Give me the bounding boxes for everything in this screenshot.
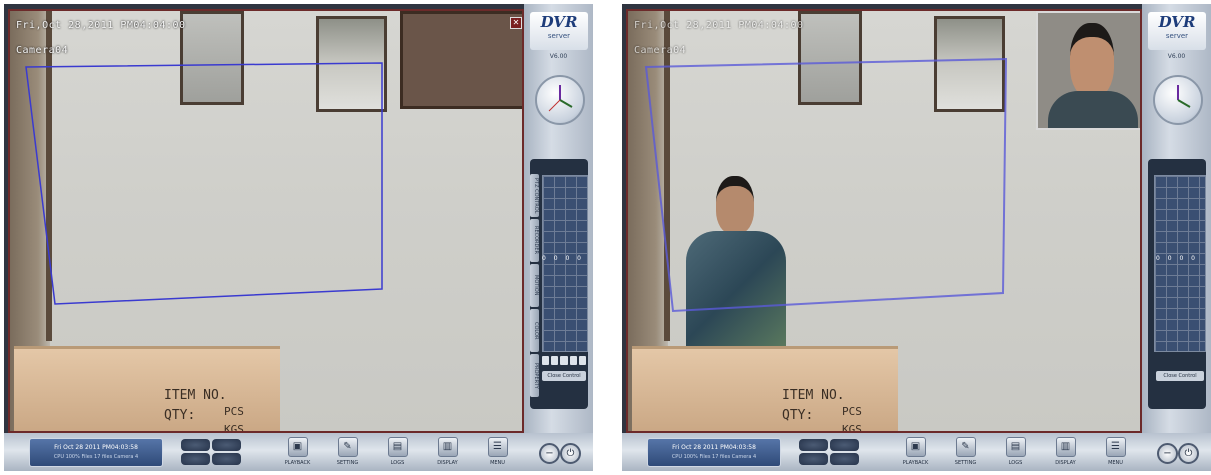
playback-icon: ▣: [905, 437, 926, 457]
status-info: CPU 100% Files 17 files Camera 4: [53, 454, 139, 460]
minus-icon[interactable]: −: [1157, 443, 1178, 464]
camera-video[interactable]: ITEM NO. QTY: PCS KGS Fri,Oct 28,2011 PM…: [626, 9, 1142, 433]
grid-btn[interactable]: [542, 356, 550, 365]
menu-label: MENU: [1108, 460, 1123, 466]
display-label: DISPLAY: [1055, 460, 1076, 466]
status-info: CPU 100% Files 17 files Camera 4: [671, 454, 757, 460]
pip-face: [1070, 23, 1114, 97]
view-layout-button[interactable]: [212, 439, 241, 451]
logs-button[interactable]: ▤ LOGS: [994, 435, 1037, 469]
bottom-toolbar: Fri Oct 28 2011 PM04:03:58 CPU 100% File…: [4, 433, 593, 471]
view-layout-button[interactable]: [830, 453, 859, 465]
status-datetime-box: Fri Oct 28 2011 PM04:03:58 CPU 100% File…: [647, 438, 781, 467]
pip-shoulders: [1048, 91, 1138, 128]
grid-btn[interactable]: [551, 356, 559, 365]
motion-grid[interactable]: [1154, 175, 1206, 352]
close-control-button[interactable]: Close Control: [542, 371, 586, 381]
menu-icon: ☰: [487, 437, 508, 457]
tab-ptz[interactable]: PTZ CONTROL: [530, 174, 539, 217]
display-button[interactable]: ▥ DISPLAY: [426, 435, 469, 469]
right-sidebar: DVR server V6.00 0 0 0 0 Close Control: [1142, 4, 1211, 471]
playback-icon: ▣: [287, 437, 308, 457]
control-panel: 0 0 0 0 Close Control: [1148, 159, 1206, 409]
logo-subtext: server: [547, 32, 571, 40]
version-label: V6.00: [1167, 53, 1186, 60]
clock-icon: [535, 75, 585, 125]
setting-button[interactable]: ✎ SETTING: [326, 435, 369, 469]
motion-grid[interactable]: [542, 175, 588, 352]
status-datetime-box: Fri Oct 28 2011 PM04:03:58 CPU 100% File…: [29, 438, 163, 467]
dvr-logo: DVR server: [1148, 12, 1206, 50]
logs-button[interactable]: ▤ LOGS: [376, 435, 419, 469]
logs-label: LOGS: [390, 460, 405, 466]
playback-button[interactable]: ▣ PLAYBACK: [894, 435, 937, 469]
display-icon: ▥: [437, 437, 458, 457]
right-sidebar: DVR server V6.00 PTZ CONTROL RECORDER MO…: [524, 4, 593, 471]
logo-subtext: server: [1165, 32, 1189, 40]
view-layout-button[interactable]: [830, 439, 859, 451]
logo-text: DVR: [540, 13, 578, 31]
view-layout-button[interactable]: [181, 453, 210, 465]
dvr-logo: DVR server: [530, 12, 588, 50]
view-layout-button[interactable]: [212, 453, 241, 465]
view-layout-button[interactable]: [799, 453, 828, 465]
panel-tabs: PTZ CONTROL RECORDER MOTION COLOR PROPER…: [530, 174, 539, 399]
setting-icon: ✎: [955, 437, 976, 457]
playback-label: PLAYBACK: [902, 460, 929, 466]
display-icon: ▥: [1055, 437, 1076, 457]
bottom-toolbar: Fri Oct 28 2011 PM04:03:58 CPU 100% File…: [622, 433, 1211, 471]
dvr-window-right: ITEM NO. QTY: PCS KGS Fri,Oct 28,2011 PM…: [622, 4, 1211, 471]
tab-property[interactable]: PROPERTY: [530, 354, 539, 397]
grid-btn[interactable]: [569, 356, 577, 365]
logo-text: DVR: [1158, 13, 1196, 31]
tab-motion[interactable]: MOTION: [530, 264, 539, 307]
power-icon[interactable]: ⏻: [560, 443, 581, 464]
playback-button[interactable]: ▣ PLAYBACK: [276, 435, 319, 469]
status-datetime: Fri Oct 28 2011 PM04:03:58: [54, 444, 138, 451]
tab-recorder[interactable]: RECORDER: [530, 219, 539, 262]
playback-label: PLAYBACK: [284, 460, 311, 466]
display-button[interactable]: ▥ DISPLAY: [1044, 435, 1087, 469]
setting-button[interactable]: ✎ SETTING: [944, 435, 987, 469]
view-layout-button[interactable]: [181, 439, 210, 451]
logs-icon: ▤: [387, 437, 408, 457]
grid-btn[interactable]: [578, 356, 587, 365]
clock-icon: [1153, 75, 1203, 125]
menu-label: MENU: [490, 460, 505, 466]
view-layout-buttons: [181, 439, 241, 465]
setting-label: SETTING: [336, 460, 359, 466]
camera-video[interactable]: ITEM NO. QTY: PCS KGS Fri,Oct 28,2011 PM…: [8, 9, 524, 433]
minus-icon[interactable]: −: [539, 443, 560, 464]
tab-color[interactable]: COLOR: [530, 309, 539, 352]
grid-values: 0 0 0 0: [1156, 255, 1198, 262]
menu-button[interactable]: ☰ MENU: [1094, 435, 1137, 469]
display-label: DISPLAY: [437, 460, 458, 466]
close-control-button[interactable]: Close Control: [1156, 371, 1204, 381]
logs-label: LOGS: [1008, 460, 1023, 466]
version-label: V6.00: [549, 53, 568, 60]
status-datetime: Fri Oct 28 2011 PM04:03:58: [672, 444, 756, 451]
picture-in-picture[interactable]: [1036, 11, 1140, 130]
menu-icon: ☰: [1105, 437, 1126, 457]
grid-buttons: [542, 356, 587, 365]
control-panel: PTZ CONTROL RECORDER MOTION COLOR PROPER…: [530, 159, 588, 409]
dvr-window-left: ITEM NO. QTY: PCS KGS Fri,Oct 28,2011 PM…: [4, 4, 593, 471]
power-icon[interactable]: ⏻: [1178, 443, 1199, 464]
menu-button[interactable]: ☰ MENU: [476, 435, 519, 469]
logs-icon: ▤: [1005, 437, 1026, 457]
grid-btn[interactable]: [560, 356, 568, 365]
setting-icon: ✎: [337, 437, 358, 457]
view-layout-button[interactable]: [799, 439, 828, 451]
setting-label: SETTING: [954, 460, 977, 466]
view-layout-buttons: [799, 439, 859, 465]
grid-values: 0 0 0 0: [542, 255, 584, 262]
motion-roi-polygon[interactable]: [10, 11, 524, 433]
